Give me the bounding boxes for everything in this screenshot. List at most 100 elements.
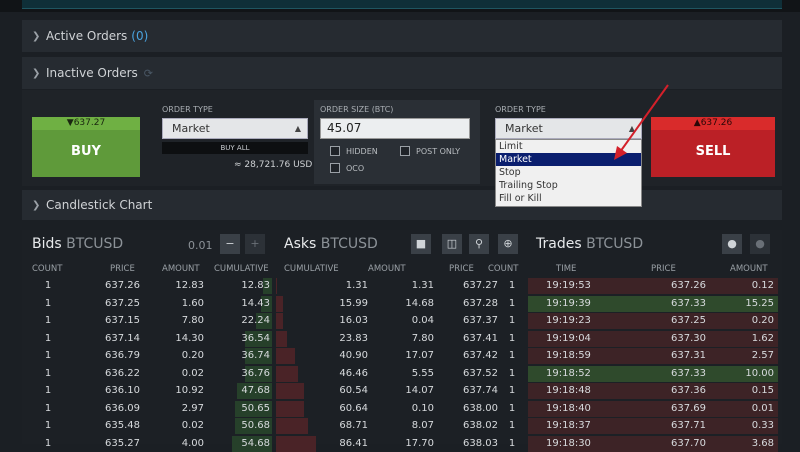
buy-label: BUY — [71, 144, 101, 159]
asks-header-3[interactable]: COUNT — [488, 264, 518, 274]
bids-cell: 635.48 — [105, 420, 140, 431]
asks-row[interactable]: 60.54 14.07 637.74 1 — [274, 383, 526, 399]
trades-header-0[interactable]: TIME — [556, 264, 576, 274]
asks-row[interactable]: 68.71 8.07 638.02 1 — [274, 418, 526, 434]
precision-value: 0.01 — [188, 239, 213, 252]
order-type2-value: Market — [505, 122, 543, 135]
bids-cell: 0.02 — [181, 367, 204, 379]
bids-header-3[interactable]: CUMULATIVE — [214, 264, 269, 274]
bids-cell: 1 — [44, 367, 52, 379]
asks-cell: 23.83 — [339, 332, 368, 344]
trades-row[interactable]: 19:19:04 637.30 1.62 — [526, 330, 782, 347]
users-icon[interactable]: ● — [722, 234, 742, 254]
trades-row[interactable]: 19:18:48 637.36 0.15 — [526, 383, 782, 399]
chevron-right-icon: ❯ — [32, 30, 41, 42]
asks-row[interactable]: 40.90 17.07 637.42 1 — [274, 348, 526, 364]
asks-cell: 1 — [508, 280, 516, 291]
buy-button[interactable]: ▼637.27 BUY — [32, 117, 140, 177]
trades-row[interactable]: 19:19:53 637.26 0.12 — [526, 278, 782, 294]
asks-cell: 638.00 — [463, 402, 498, 414]
active-orders-count: (0) — [131, 29, 149, 43]
bids-header-2[interactable]: AMOUNT — [162, 264, 200, 274]
asks-cell: 8.07 — [411, 420, 434, 431]
candlestick-chart-section[interactable]: ❯ Candlestick Chart — [22, 190, 782, 220]
option-stop[interactable]: Stop — [496, 166, 641, 179]
increase-precision-button[interactable]: + — [245, 234, 265, 254]
bids-row[interactable]: 1 636.79 0.20 36.74 — [22, 348, 274, 364]
option-limit[interactable]: Limit — [496, 140, 641, 153]
zoom-out-icon[interactable]: ⚲ — [469, 234, 489, 254]
select-arrows-icon: ▲ — [628, 124, 635, 133]
trades-row[interactable]: 19:18:59 637.31 2.57 — [526, 348, 782, 364]
trades-row[interactable]: 19:18:37 637.71 0.33 — [526, 418, 782, 434]
bids-title: Bids BTCUSD — [32, 236, 124, 252]
active-orders-section[interactable]: ❯ Active Orders (0) — [22, 20, 782, 52]
bids-cell: 7.80 — [181, 315, 204, 326]
decrease-precision-button[interactable]: − — [220, 234, 240, 254]
columns-icon[interactable]: ◫ — [442, 234, 462, 254]
asks-cell: 60.54 — [339, 385, 368, 396]
bids-cell: 0.02 — [181, 420, 204, 431]
bids-header-1[interactable]: PRICE — [110, 264, 135, 274]
bids-cell: 1 — [44, 332, 52, 344]
asks-row[interactable]: 16.03 0.04 637.37 1 — [274, 313, 526, 329]
asks-cell: 14.68 — [405, 297, 434, 309]
asks-row[interactable]: 1.31 1.31 637.27 1 — [274, 278, 526, 294]
option-fill-or-kill[interactable]: Fill or Kill — [496, 192, 641, 205]
trades-header-2[interactable]: AMOUNT — [730, 264, 768, 274]
bids-header-0[interactable]: COUNT — [32, 264, 62, 274]
zoom-in-icon[interactable]: ⊕ — [498, 234, 518, 254]
bids-cell: 637.25 — [105, 297, 140, 309]
inactive-orders-section[interactable]: ❯ Inactive Orders ⟳ — [22, 57, 782, 89]
post-only-checkbox[interactable]: POST ONLY — [400, 146, 460, 156]
select-arrows-icon: ▲ — [294, 124, 301, 133]
trades-row[interactable]: 19:18:40 637.69 0.01 — [526, 400, 782, 417]
trades-row[interactable]: 19:18:52 637.33 10.00 — [526, 365, 782, 382]
bids-cell: 22.24 — [241, 315, 270, 326]
bids-row[interactable]: 1 637.26 12.83 12.83 — [22, 278, 274, 294]
option-market[interactable]: Market — [496, 153, 641, 166]
trades-cell: 0.01 — [751, 402, 774, 414]
asks-row[interactable]: 15.99 14.68 637.28 1 — [274, 295, 526, 312]
asks-header-1[interactable]: AMOUNT — [368, 264, 406, 274]
bids-cell: 636.09 — [105, 402, 140, 414]
order-size-input[interactable]: 45.07 — [320, 118, 470, 139]
hidden-checkbox[interactable]: HIDDEN — [330, 146, 378, 156]
order-type-select[interactable]: Market ▲ — [162, 118, 308, 139]
user-icon[interactable]: ● — [750, 234, 770, 254]
trades-cell: 0.15 — [751, 385, 774, 396]
bids-cell: 637.14 — [105, 332, 140, 344]
trades-header-1[interactable]: PRICE — [651, 264, 676, 274]
asks-cell: 637.37 — [463, 315, 498, 326]
bids-cell: 637.26 — [105, 280, 140, 291]
trades-row[interactable]: 19:19:39 637.33 15.25 — [526, 295, 782, 312]
bids-row[interactable]: 1 637.14 14.30 36.54 — [22, 330, 274, 347]
order-size-label: ORDER SIZE (BTC) — [320, 105, 394, 114]
bids-row[interactable]: 1 636.10 10.92 47.68 — [22, 383, 274, 399]
option-trailing-stop[interactable]: Trailing Stop — [496, 179, 641, 192]
asks-row[interactable]: 23.83 7.80 637.41 1 — [274, 330, 526, 347]
buy-all-button[interactable]: BUY ALL — [162, 142, 308, 154]
bids-row[interactable]: 1 637.15 7.80 22.24 — [22, 313, 274, 329]
asks-header-0[interactable]: CUMULATIVE — [284, 264, 339, 274]
asks-header-2[interactable]: PRICE — [449, 264, 474, 274]
sell-button[interactable]: ▲637.26 SELL — [651, 117, 775, 177]
ask-depth-bar — [276, 278, 277, 294]
asks-row[interactable]: 46.46 5.55 637.52 1 — [274, 365, 526, 382]
bids-row[interactable]: 1 636.09 2.97 50.65 — [22, 400, 274, 417]
trades-cell: 15.25 — [745, 297, 774, 309]
bids-row[interactable]: 1 637.25 1.60 14.43 — [22, 295, 274, 312]
asks-row[interactable]: 60.64 0.10 638.00 1 — [274, 400, 526, 417]
oco-checkbox[interactable]: OCO — [330, 163, 364, 173]
asks-cell: 5.55 — [411, 367, 434, 379]
asks-cell: 637.74 — [463, 385, 498, 396]
bids-cell: 2.97 — [181, 402, 204, 414]
trades-cell: 637.25 — [671, 315, 706, 326]
bids-cell: 1 — [44, 385, 52, 396]
bids-row[interactable]: 1 635.48 0.02 50.68 — [22, 418, 274, 434]
order-type2-select[interactable]: Market ▲ — [495, 118, 642, 139]
bids-row[interactable]: 1 636.22 0.02 36.76 — [22, 365, 274, 382]
camera-icon[interactable]: ■ — [411, 234, 431, 254]
asks-cell: 1 — [508, 402, 516, 414]
trades-row[interactable]: 19:19:23 637.25 0.20 — [526, 313, 782, 329]
